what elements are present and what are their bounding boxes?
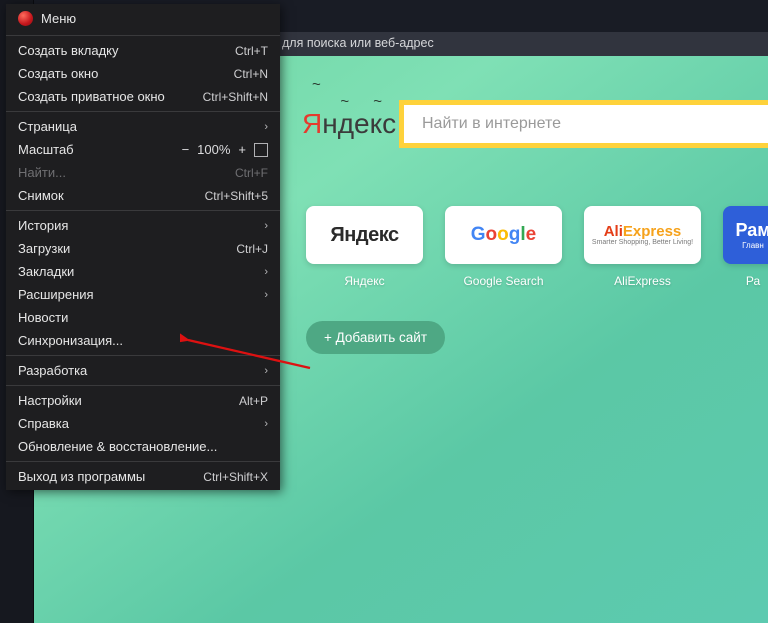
tile-yandex-card: Яндекс [306, 206, 423, 264]
yandex-logo-y: Я [302, 108, 322, 139]
menu-settings[interactable]: Настройки Alt+P [6, 389, 280, 412]
speed-dial-tiles: Яндекс Яндекс Google Google Search AliEx… [306, 206, 768, 288]
menu-new-private[interactable]: Создать приватное окно Ctrl+Shift+N [6, 85, 280, 108]
menu-news[interactable]: Новости [6, 306, 280, 329]
menu-item-label: Выход из программы [18, 469, 145, 484]
menu-update[interactable]: Обновление & восстановление... [6, 435, 280, 458]
chevron-right-icon: › [264, 266, 268, 278]
birds-decoration: ~ ~ ~ [312, 76, 392, 110]
ali-brand2: Express [623, 223, 681, 240]
tile-label: Google Search [445, 274, 562, 288]
main-menu: Меню Создать вкладку Ctrl+T Создать окно… [6, 4, 280, 490]
menu-shortcut: Ctrl+F [235, 166, 268, 180]
menu-new-window[interactable]: Создать окно Ctrl+N [6, 62, 280, 85]
menu-separator [6, 461, 280, 462]
menu-title-row: Меню [6, 6, 280, 32]
opera-icon [18, 11, 33, 26]
menu-separator [6, 385, 280, 386]
chevron-right-icon: › [264, 121, 268, 133]
yandex-logo: Яндекс [302, 108, 396, 140]
tile-label: AliExpress [584, 274, 701, 288]
menu-item-label: Создать окно [18, 66, 98, 81]
menu-shortcut: Ctrl+J [236, 242, 268, 256]
menu-shortcut: Ctrl+Shift+X [203, 470, 268, 484]
menu-shortcut: Ctrl+T [235, 44, 268, 58]
menu-bookmarks[interactable]: Закладки › [6, 260, 280, 283]
zoom-value: 100% [197, 142, 230, 157]
menu-downloads[interactable]: Загрузки Ctrl+J [6, 237, 280, 260]
menu-item-label: Настройки [18, 393, 82, 408]
ali-tagline: Smarter Shopping, Better Living! [592, 239, 693, 246]
menu-item-label: Разработка [18, 363, 87, 378]
menu-item-label: Обновление & восстановление... [18, 439, 217, 454]
menu-find: Найти... Ctrl+F [6, 161, 280, 184]
tile-google[interactable]: Google Google Search [445, 206, 562, 288]
rambler-brand: Рам [735, 220, 768, 241]
tile-rambler-card: Рам Главн [723, 206, 768, 264]
menu-item-label: Страница [18, 119, 77, 134]
menu-item-label: Загрузки [18, 241, 70, 256]
menu-zoom[interactable]: Масштаб − 100% + [6, 138, 280, 161]
menu-separator [6, 210, 280, 211]
menu-shortcut: Ctrl+Shift+5 [205, 189, 268, 203]
menu-item-label: Найти... [18, 165, 66, 180]
menu-item-label: История [18, 218, 68, 233]
ali-brand1: Ali [604, 223, 623, 240]
tile-google-card: Google [445, 206, 562, 264]
chevron-right-icon: › [264, 289, 268, 301]
rambler-tag: Главн [742, 241, 764, 250]
zoom-in-button[interactable]: + [238, 142, 246, 157]
menu-item-label: Создать приватное окно [18, 89, 165, 104]
menu-history[interactable]: История › [6, 214, 280, 237]
tile-rambler[interactable]: Рам Главн Ра [723, 206, 768, 288]
menu-item-label: Справка [18, 416, 69, 431]
menu-shortcut: Ctrl+Shift+N [203, 90, 268, 104]
menu-item-label: Новости [18, 310, 68, 325]
add-site-button[interactable]: + Добавить сайт [306, 321, 445, 354]
menu-separator [6, 111, 280, 112]
tile-aliexpress[interactable]: AliExpress Smarter Shopping, Better Livi… [584, 206, 701, 288]
menu-item-label: Снимок [18, 188, 64, 203]
menu-extensions[interactable]: Расширения › [6, 283, 280, 306]
menu-item-label: Создать вкладку [18, 43, 119, 58]
menu-shortcut: Ctrl+N [234, 67, 268, 81]
tile-yandex[interactable]: Яндекс Яндекс [306, 206, 423, 288]
menu-item-label: Синхронизация... [18, 333, 123, 348]
menu-title: Меню [41, 11, 76, 26]
menu-separator [6, 355, 280, 356]
menu-separator [6, 35, 280, 36]
menu-item-label: Закладки [18, 264, 74, 279]
yandex-logo-rest: ндекс [322, 108, 396, 139]
search-input[interactable]: Найти в интернете [399, 100, 768, 148]
zoom-out-button[interactable]: − [182, 142, 190, 157]
tile-label: Яндекс [306, 274, 423, 288]
menu-item-label: Масштаб [18, 142, 74, 157]
chevron-right-icon: › [264, 418, 268, 430]
menu-sync[interactable]: Синхронизация... [6, 329, 280, 352]
menu-new-tab[interactable]: Создать вкладку Ctrl+T [6, 39, 280, 62]
menu-exit[interactable]: Выход из программы Ctrl+Shift+X [6, 465, 280, 488]
menu-help[interactable]: Справка › [6, 412, 280, 435]
chevron-right-icon: › [264, 365, 268, 377]
menu-developer[interactable]: Разработка › [6, 359, 280, 382]
fullscreen-icon[interactable] [254, 143, 268, 157]
menu-snapshot[interactable]: Снимок Ctrl+Shift+5 [6, 184, 280, 207]
chevron-right-icon: › [264, 220, 268, 232]
menu-shortcut: Alt+P [239, 394, 268, 408]
tile-ali-card: AliExpress Smarter Shopping, Better Livi… [584, 206, 701, 264]
tile-label: Ра [723, 274, 768, 288]
menu-item-label: Расширения [18, 287, 94, 302]
menu-page[interactable]: Страница › [6, 115, 280, 138]
